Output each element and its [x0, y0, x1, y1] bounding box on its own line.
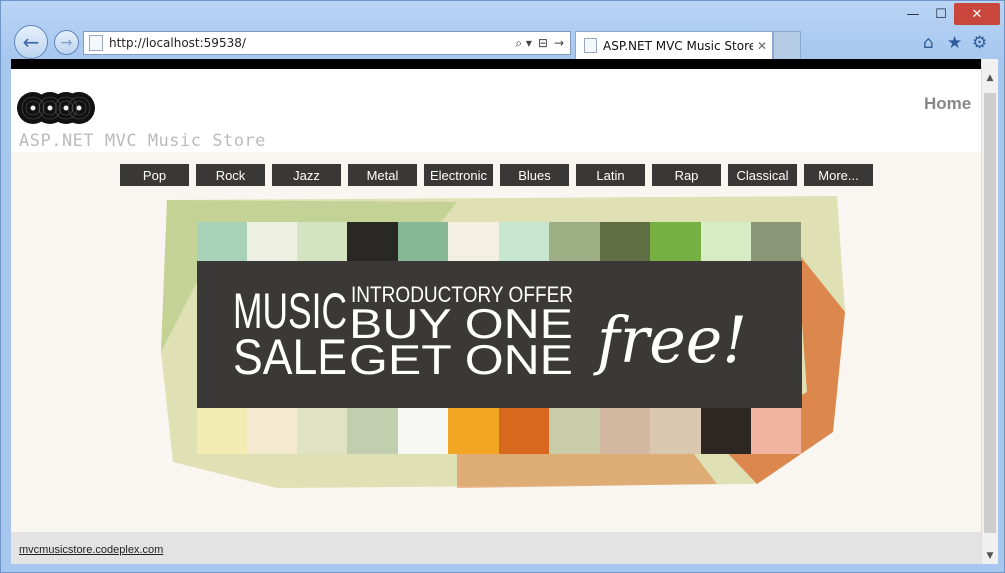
page-footer: mvcmusicstore.codeplex.com — [11, 532, 981, 564]
scroll-down-arrow-icon[interactable]: ▼ — [982, 547, 998, 564]
minimize-button[interactable]: — — [898, 3, 928, 25]
top-color-tiles — [197, 222, 801, 264]
promo-banner[interactable]: MUSIC SALE INTRODUCTORY OFFER BUY ONE GE… — [157, 192, 847, 492]
genre-metal[interactable]: Metal — [348, 164, 417, 186]
tab-close-icon[interactable]: ✕ — [757, 39, 767, 53]
page-viewport: ASP.NET MVC Music Store Home Pop Rock Ja… — [11, 59, 981, 564]
page-icon — [89, 35, 103, 51]
genre-electronic[interactable]: Electronic — [424, 164, 493, 186]
settings-gear-icon[interactable]: ⚙ — [972, 33, 987, 53]
close-button[interactable]: ✕ — [954, 3, 1000, 25]
favorites-star-icon[interactable]: ★ — [947, 33, 962, 53]
back-button[interactable]: ← — [14, 25, 48, 59]
address-tools: ⌕ ▾ ⊟ → — [515, 36, 564, 51]
home-nav-link[interactable]: Home — [924, 94, 971, 114]
genre-more[interactable]: More... — [804, 164, 873, 186]
forward-button[interactable]: → — [54, 30, 79, 55]
genre-classical[interactable]: Classical — [728, 164, 797, 186]
tab-title: ASP.NET MVC Music Store ... — [603, 38, 753, 53]
genre-pop[interactable]: Pop — [120, 164, 189, 186]
site-title: ASP.NET MVC Music Store — [19, 131, 266, 151]
arrow-left-icon: ← — [22, 30, 40, 54]
content-area: Pop Rock Jazz Metal Electronic Blues Lat… — [11, 152, 981, 532]
address-bar[interactable]: http://localhost:59538/ ⌕ ▾ ⊟ → — [83, 31, 571, 55]
genre-rock[interactable]: Rock — [196, 164, 265, 186]
vinyl-records-logo — [17, 92, 95, 124]
genre-jazz[interactable]: Jazz — [272, 164, 341, 186]
maximize-button[interactable]: ☐ — [928, 3, 954, 25]
banner-free: free! — [593, 304, 747, 378]
search-icon[interactable]: ⌕ ▾ — [515, 36, 532, 51]
home-icon[interactable]: ⌂ — [923, 33, 934, 53]
scrollbar-thumb[interactable] — [984, 93, 996, 533]
browser-window: — ☐ ✕ ← → http://localhost:59538/ ⌕ ▾ ⊟ … — [0, 0, 1005, 573]
browser-tab[interactable]: ASP.NET MVC Music Store ... ✕ — [575, 31, 773, 59]
go-icon[interactable]: → — [554, 36, 564, 51]
banner-get-one: GET ONE — [349, 336, 573, 383]
new-tab-button[interactable] — [773, 31, 801, 59]
banner-sale: SALE — [233, 329, 347, 385]
genre-blues[interactable]: Blues — [500, 164, 569, 186]
page-icon — [584, 38, 597, 53]
scroll-up-arrow-icon[interactable]: ▲ — [982, 69, 998, 86]
page-top-bar — [11, 59, 981, 69]
arrow-right-icon: → — [60, 34, 73, 51]
genre-menu: Pop Rock Jazz Metal Electronic Blues Lat… — [120, 164, 873, 186]
compatibility-view-icon[interactable]: ⊟ — [538, 36, 548, 51]
browser-chrome: — ☐ ✕ ← → http://localhost:59538/ ⌕ ▾ ⊟ … — [1, 1, 1004, 59]
footer-codeplex-link[interactable]: mvcmusicstore.codeplex.com — [19, 544, 163, 556]
address-input[interactable]: http://localhost:59538/ — [109, 36, 515, 50]
bottom-color-tiles — [197, 406, 801, 454]
genre-latin[interactable]: Latin — [576, 164, 645, 186]
vertical-scrollbar[interactable]: ▲ ▼ — [981, 59, 998, 564]
genre-rap[interactable]: Rap — [652, 164, 721, 186]
